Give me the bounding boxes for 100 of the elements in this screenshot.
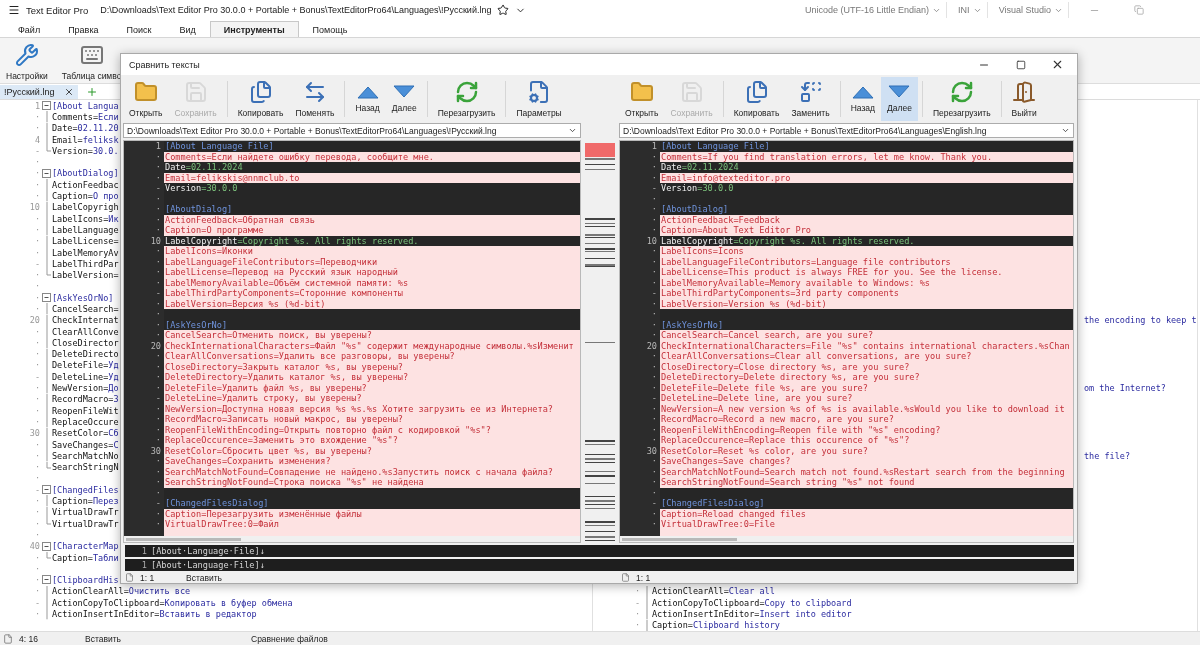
code-line: [AskYesOrNo] [51,292,114,303]
line-number: · [124,382,164,393]
code-line: LabelLicense= [51,236,119,247]
collapse-toggle-icon[interactable] [42,100,51,111]
line-number: · [124,372,164,383]
line-number: · [124,151,164,162]
code-line: Caption=Clipboard history [651,620,780,631]
maximize-icon[interactable] [1016,59,1026,70]
line-number: · [124,424,164,435]
path-combobox[interactable]: D:\Downloads\Text Editor Pro 30.0.0 + Portable + Bonus\TextEditorPro64\Languages\English.lng [619,123,1074,138]
code-line: ActionCopyToClipboard=Copy to clipboard [651,597,852,608]
collapse-toggle-icon[interactable] [42,484,51,496]
code-line: ActionInsertInEditor=Вставить в редактор [51,609,257,619]
line-number: · [124,466,164,477]
code-line: VirtualDrawTr [51,507,119,518]
code-line: om the Internet? [1084,383,1166,394]
toolbar-button[interactable]: Копировать [231,76,290,121]
line-number: · [620,424,660,435]
code-line: ActionCopyToClipboard=Копировать в буфер обмена [51,597,293,608]
menu-tab[interactable]: Инструменты [209,21,299,37]
file-icon [125,573,134,582]
line-number: · [33,337,41,348]
folder-icon [629,79,654,104]
line-number: · [124,267,164,278]
line-number: · [620,508,660,519]
line-number: · [33,213,41,224]
line-number: 30 [28,428,41,439]
code-line: [About Langua [51,100,119,111]
line-number: · [33,473,41,484]
line-number: · [33,394,41,405]
code-line: LabelVersion= [51,270,119,281]
close-icon[interactable] [64,86,75,97]
menu-icon[interactable] [8,4,20,16]
document-tab[interactable]: !Русский.lng [0,84,79,99]
toolbar-button[interactable]: Открыть [123,76,169,121]
app-title: Text Editor Pro [26,4,89,16]
horizontal-scrollbar[interactable] [124,536,580,542]
line-number: · [33,326,41,337]
ribbon-button[interactable]: Настройки [4,41,50,83]
file-icon [621,573,630,582]
line-number: 20 [124,340,164,351]
line-number: - [620,288,660,299]
line-number: · [620,435,660,446]
toolbar-button[interactable]: Открыть [619,76,665,121]
line-number: · [33,529,41,540]
line-number: · [124,225,164,236]
code-line: SaveChanges=С [51,439,119,450]
line-number: · [620,382,660,393]
line-number: · [620,372,660,383]
line-number: · [124,487,164,498]
line-number: · [33,123,41,134]
toolbar-button[interactable]: Поменять [289,76,341,121]
line-number: · [124,456,164,467]
line-number: - [124,183,164,194]
chevron-down-icon [568,126,577,135]
line-number: · [620,330,660,341]
path-combobox[interactable]: D:\Downloads\Text Editor Pro 30.0.0 + Portable + Bonus\TextEditorPro64\Languages\!Русский.lng [123,123,581,138]
line-number: · [124,298,164,309]
code-line: [About·Language·File]↓ [151,546,265,556]
code-line: SearchMatchNo [51,450,119,461]
line-number: - [33,145,41,156]
horizontal-scrollbar[interactable] [620,536,1073,542]
toolbar-button[interactable]: Назад [844,76,881,121]
line-number: · [620,351,660,362]
line-number: - [124,498,164,509]
line-number: - [124,288,164,299]
collapse-toggle-icon[interactable] [42,167,51,179]
line-number: · [620,477,660,488]
line-number: · [33,518,41,529]
toolbar-button[interactable]: Перезагрузить [926,76,997,121]
collapse-toggle-icon[interactable] [42,574,51,586]
line-number: · [124,435,164,446]
star-icon[interactable] [497,4,510,16]
line-number: · [124,330,164,341]
line-number: · [620,298,660,309]
line-number: · [33,179,41,190]
line-number: - [124,393,164,404]
close-icon[interactable] [1051,58,1064,71]
toolbar-button[interactable]: Параметры [510,76,568,121]
door-icon [1012,79,1037,104]
line-number: · [33,157,41,168]
code-line: LabelThirdPar [51,258,119,269]
toolbar-button[interactable]: Далее [881,76,918,121]
collapse-toggle-icon[interactable] [42,540,51,552]
code-line: DeleteDirecto [51,349,119,360]
toolbar-button[interactable]: Выйти [1005,76,1043,121]
toolbar-button[interactable]: Заменить [785,76,836,121]
line-number: · [124,519,164,530]
code-line: Version=30.0. [51,145,119,156]
code-line: SearchStringN [51,462,119,473]
toolbar-button[interactable]: Далее [385,76,423,121]
toolbar-button[interactable]: Копировать [727,76,786,121]
line-number: · [124,403,164,414]
line-number: · [33,270,41,281]
collapse-toggle-icon[interactable] [42,292,51,304]
line-number: · [33,247,41,258]
line-number: 4 [33,134,41,145]
toolbar-button[interactable]: Назад [349,76,386,121]
line-number: · [33,405,41,416]
toolbar-button[interactable]: Перезагрузить [431,76,502,121]
